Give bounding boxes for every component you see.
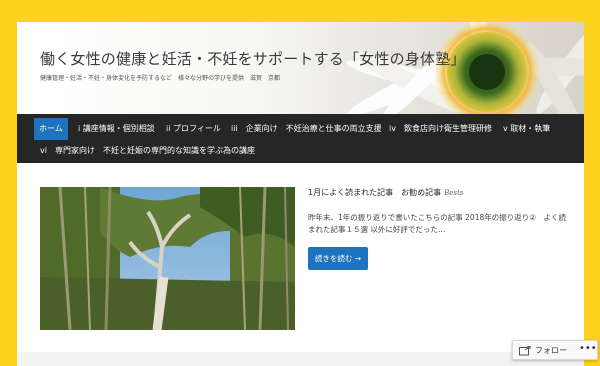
tree-image bbox=[40, 187, 295, 330]
nav-item-profile[interactable]: ii プロフィール bbox=[166, 118, 221, 140]
more-options-icon[interactable]: ••• bbox=[579, 343, 597, 354]
read-more-button[interactable]: 続きを読む → bbox=[308, 247, 368, 270]
post-thumbnail[interactable] bbox=[40, 187, 295, 330]
main-content: 1月によく読まれた記事 お勧め記事 Bests 昨年末、1年の振り返りで書いたこち… bbox=[17, 163, 584, 366]
nav-item-media[interactable]: v 取材・執筆 bbox=[503, 118, 550, 140]
post-title[interactable]: 1月によく読まれた記事 お勧め記事 Bests bbox=[308, 187, 463, 198]
page-container: 働く女性の健康と妊活・不妊をサポートする「女性の身体塾」 健康管理・妊活・不妊・… bbox=[17, 22, 584, 366]
post-title-sub: Bests bbox=[444, 189, 464, 197]
nav-item-courses[interactable]: i 講座情報・個別相談 bbox=[78, 118, 155, 140]
site-header: 働く女性の健康と妊活・不妊をサポートする「女性の身体塾」 健康管理・妊活・不妊・… bbox=[17, 22, 584, 114]
follow-button[interactable]: フォロー bbox=[535, 345, 567, 356]
site-description: 健康管理・妊活・不妊・身体変化を予防するなど 様々な分野の学びを提供 滋賀 京都 bbox=[40, 75, 281, 82]
site-title[interactable]: 働く女性の健康と妊活・不妊をサポートする「女性の身体塾」 bbox=[40, 48, 466, 69]
main-navigation: ホーム i 講座情報・個別相談 ii プロフィール iii 企業向け 不妊治療と… bbox=[17, 114, 584, 163]
follow-icon bbox=[519, 346, 531, 356]
post-excerpt: 昨年末、1年の振り返りで書いたこちらの記事 2018年の振り返り② よく読まれた… bbox=[308, 213, 566, 234]
nav-item-corporate[interactable]: iii 企業向け 不妊治療と仕事の両立支援 bbox=[231, 118, 382, 140]
post-title-text[interactable]: 1月によく読まれた記事 お勧め記事 bbox=[308, 188, 441, 197]
nav-item-restaurant[interactable]: iv 飲食店向け衛生管理研修 bbox=[389, 118, 492, 140]
nav-item-home[interactable]: ホーム bbox=[34, 118, 68, 140]
next-post-strip bbox=[17, 352, 584, 366]
follow-widget: フォロー ••• bbox=[512, 340, 598, 360]
nav-item-professionals[interactable]: vi 専門家向け 不妊と妊娠の専門的な知識を学ぶ為の講座 bbox=[40, 140, 255, 162]
